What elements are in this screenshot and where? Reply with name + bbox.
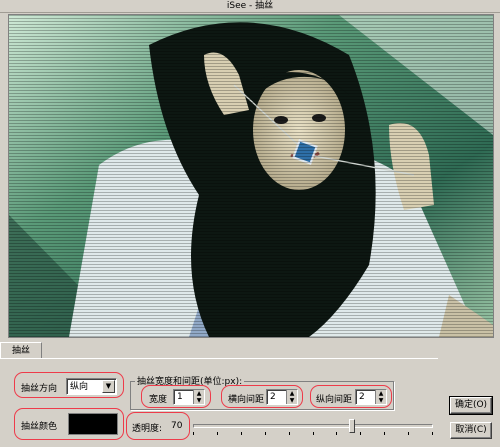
cancel-button[interactable]: 取消(C) (450, 422, 492, 439)
width-label: 宽度 (149, 395, 168, 405)
spin-arrows-icon[interactable]: ▲ ▼ (193, 390, 204, 404)
direction-label: 抽丝方向 (21, 384, 58, 394)
chevron-down-icon[interactable]: ▼ (102, 380, 115, 393)
slider-track[interactable] (193, 424, 433, 428)
slider-tick (384, 432, 385, 435)
tab-label: 抽丝 (11, 346, 30, 356)
h-spacing-spinner[interactable]: 2 ▲ ▼ (266, 389, 298, 405)
slider-tick (360, 432, 361, 435)
slider-tick (217, 432, 218, 435)
cancel-button-label: 取消(C) (455, 425, 487, 435)
width-value: 1 (177, 392, 183, 402)
opacity-label: 透明度: (132, 424, 163, 434)
width-spinner[interactable]: 1 ▲ ▼ (173, 389, 205, 405)
direction-select[interactable]: 纵向 ▼ (66, 378, 117, 395)
opacity-slider[interactable] (193, 416, 433, 436)
ok-button-label: 确定(O) (454, 400, 488, 410)
opacity-value: 70 (171, 421, 183, 431)
window-title-bar: iSee - 抽丝 (0, 0, 500, 13)
v-spacing-value: 2 (359, 392, 365, 402)
slider-tick (336, 432, 337, 435)
slider-tick (408, 432, 409, 435)
slider-tick (432, 432, 433, 435)
spin-arrows-icon[interactable]: ▲ ▼ (286, 390, 297, 404)
tab-drawing[interactable]: 抽丝 (0, 342, 42, 359)
direction-value: 纵向 (70, 382, 89, 392)
slider-tick (265, 432, 266, 435)
image-preview (8, 14, 494, 338)
slider-tick (241, 432, 242, 435)
slider-thumb[interactable] (348, 419, 355, 433)
color-label: 抽丝颜色 (21, 422, 58, 432)
window-title: iSee - 抽丝 (226, 1, 274, 11)
slider-tick (313, 432, 314, 435)
v-spacing-spinner[interactable]: 2 ▲ ▼ (355, 389, 387, 405)
v-spacing-label: 纵向间距 (316, 395, 353, 405)
color-swatch[interactable] (68, 413, 118, 435)
ok-button[interactable]: 确定(O) (449, 396, 493, 415)
h-spacing-label: 横向间距 (228, 395, 265, 405)
slider-tick (289, 432, 290, 435)
spin-arrows-icon[interactable]: ▲ ▼ (375, 390, 386, 404)
slider-tick (193, 432, 194, 435)
preview-photo (9, 15, 493, 337)
h-spacing-value: 2 (270, 392, 276, 402)
